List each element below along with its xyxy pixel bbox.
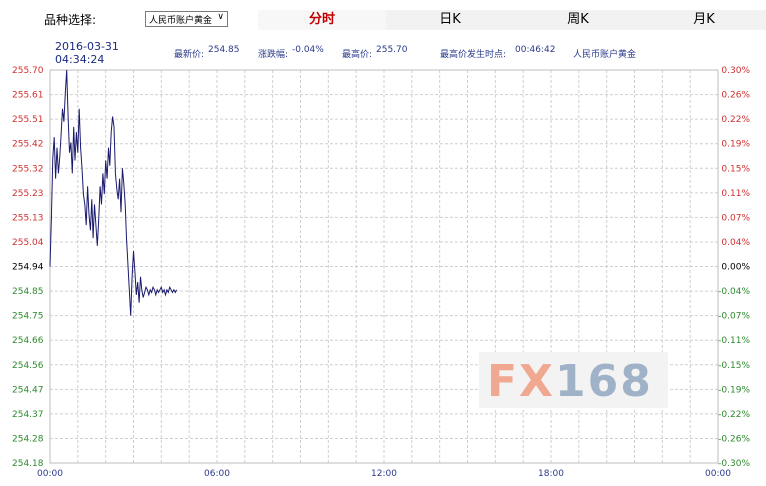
pct-tick-label: 0.22%: [721, 115, 750, 125]
y-tick-label: 255.61: [12, 91, 44, 101]
y-tick-label: 255.13: [12, 213, 44, 223]
pct-tick-label: 0.30%: [721, 66, 750, 76]
pct-tick-label: -0.26%: [718, 434, 750, 444]
pct-tick-label: 0.19%: [721, 140, 750, 150]
pct-tick-label: -0.19%: [718, 385, 750, 395]
pct-tick-label: -0.11%: [718, 336, 750, 346]
y-tick-label: 255.23: [12, 189, 44, 199]
pct-tick-label: -0.04%: [718, 287, 750, 297]
pct-tick-label: 0.15%: [721, 164, 750, 174]
y-tick-label: 254.94: [12, 263, 44, 273]
y-tick-label: 255.51: [12, 115, 44, 125]
fx168-watermark: FX168: [479, 352, 668, 408]
y-tick-label: 255.42: [12, 140, 44, 150]
y-tick-label: 254.18: [12, 459, 44, 469]
y-tick-label: 255.04: [12, 238, 44, 248]
pct-tick-label: -0.07%: [718, 312, 750, 322]
x-tick-label: 00:00: [705, 469, 731, 479]
y-tick-label: 254.28: [12, 434, 44, 444]
pct-tick-label: 0.26%: [721, 91, 750, 101]
left-axis-labels: 255.70 255.61 255.51 255.42 255.32 255.23 255.…: [12, 66, 44, 469]
x-tick-label: 06:00: [204, 469, 230, 479]
right-axis-labels: 0.30% 0.26% 0.22% 0.19% 0.15% 0.11% 0.07% 0.04%…: [718, 66, 750, 469]
y-tick-label: 255.32: [12, 164, 44, 174]
x-tick-label: 12:00: [371, 469, 397, 479]
y-tick-label: 254.47: [12, 385, 44, 395]
watermark-logo: FX168: [487, 356, 653, 407]
y-tick-label: 255.70: [12, 66, 44, 76]
x-axis-labels: 00:00 06:00 12:00 18:00 00:00: [37, 469, 731, 479]
pct-tick-label: -0.30%: [718, 459, 750, 469]
y-tick-label: 254.37: [12, 410, 44, 420]
y-tick-label: 254.75: [12, 312, 44, 322]
pct-tick-label: 0.11%: [721, 189, 750, 199]
x-tick-label: 00:00: [37, 469, 63, 479]
pct-tick-label: -0.22%: [718, 410, 750, 420]
y-tick-label: 254.56: [12, 361, 44, 371]
pct-tick-label: 0.07%: [721, 213, 750, 223]
x-tick-label: 18:00: [538, 469, 564, 479]
y-tick-label: 254.66: [12, 336, 44, 346]
pct-tick-label: 0.04%: [721, 238, 750, 248]
pct-tick-label: 0.00%: [721, 263, 750, 273]
y-tick-label: 254.85: [12, 287, 44, 297]
intraday-chart: 255.70 255.61 255.51 255.42 255.32 255.23 255.…: [12, 66, 750, 479]
pct-tick-label: -0.15%: [718, 361, 750, 371]
